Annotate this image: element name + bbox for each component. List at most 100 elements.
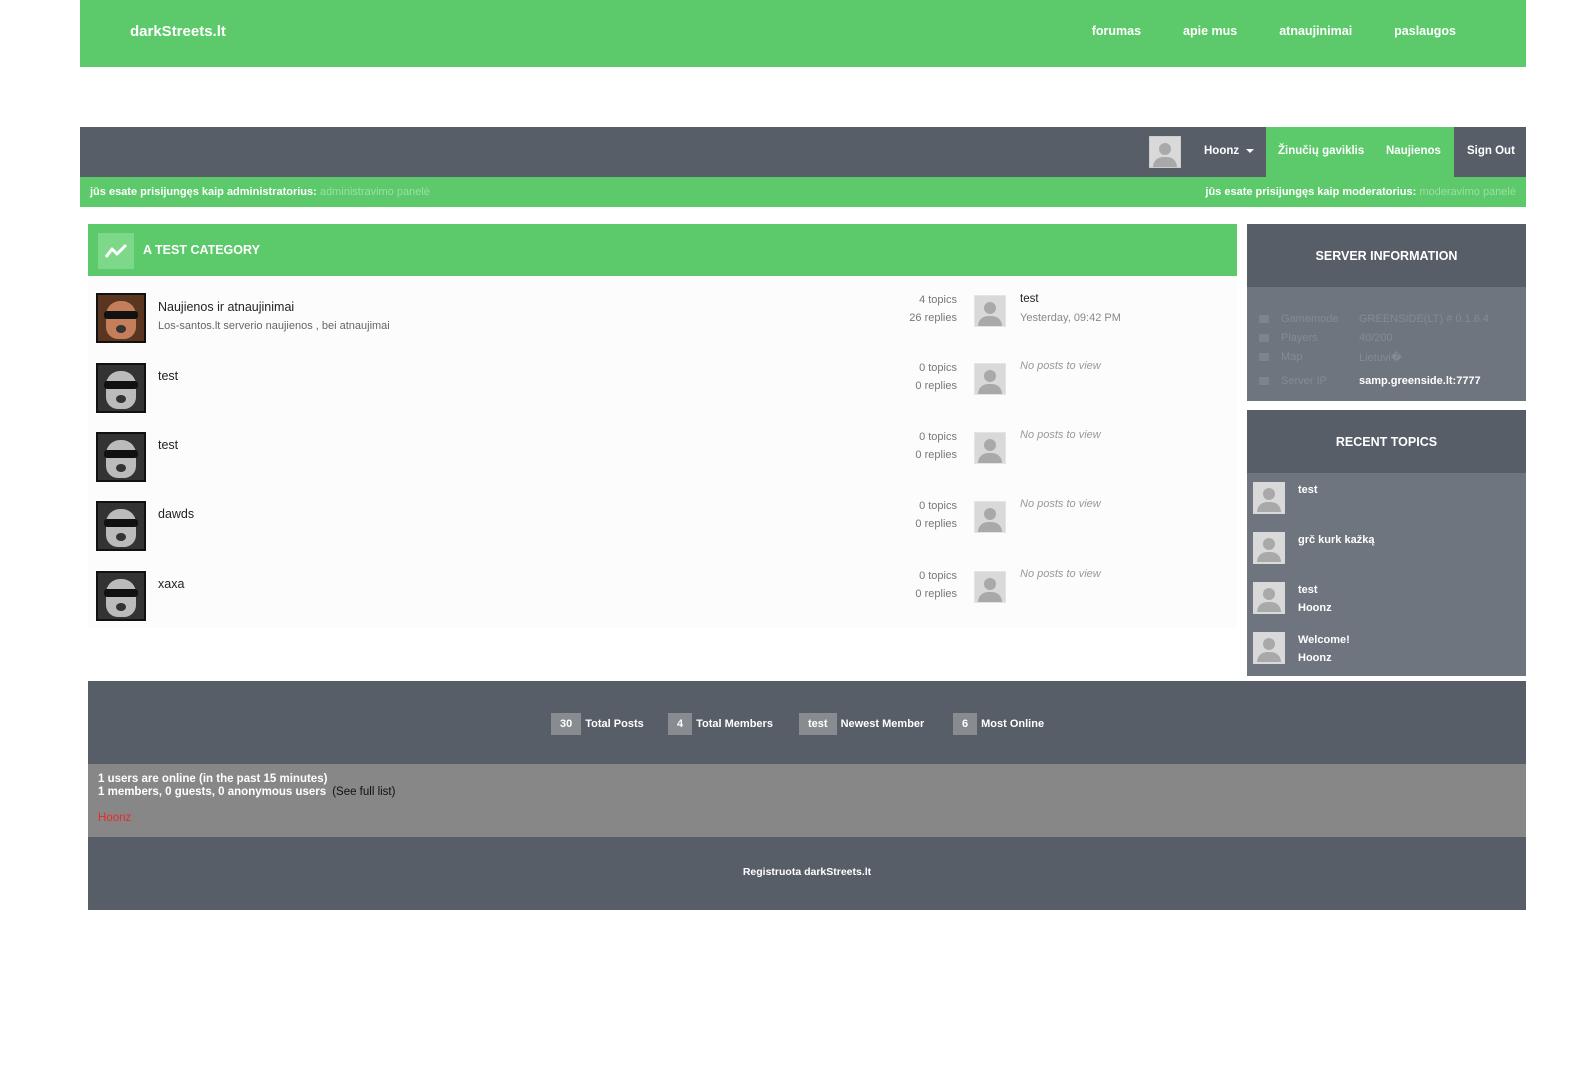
recent-topic-avatar (1253, 532, 1285, 564)
forum-title[interactable]: test (158, 369, 178, 383)
nav-link-atnaujinimai[interactable]: atnaujinimai (1279, 24, 1352, 38)
stat-number: 4 (668, 713, 693, 735)
recent-topic-item[interactable]: Welcome! Hoonz (1253, 632, 1523, 668)
recent-topic-title[interactable]: Welcome! (1298, 634, 1350, 646)
online-users-panel: 1 users are online (in the past 15 minut… (88, 764, 1526, 837)
admin-text: jūs esate prisijungęs kaip administrator… (90, 186, 317, 198)
messages-button[interactable]: Žinučių gaviklis (1278, 145, 1364, 157)
users-icon (1259, 334, 1269, 343)
category-title[interactable]: A TEST CATEGORY (143, 243, 260, 257)
stat-label: Most Online (981, 718, 1045, 730)
server-label: Gamemode (1281, 313, 1339, 325)
nav-link-forumas[interactable]: forumas (1092, 24, 1141, 38)
user-avatar[interactable] (1149, 136, 1181, 168)
forum-title[interactable]: Naujienos ir atnaujinimai (158, 300, 294, 314)
forum-list: Naujienos ir atnaujinimai Los-santos.lt … (88, 276, 1237, 628)
recent-topics-panel: test grč kurk kažką test Hoonz Welcome! … (1247, 473, 1526, 676)
category-header: A TEST CATEGORY (88, 224, 1237, 276)
no-posts-label: No posts to view (1020, 360, 1101, 372)
sign-out-button[interactable]: Sign Out (1467, 145, 1515, 157)
last-poster-avatar (974, 501, 1006, 533)
recent-topic-item[interactable]: grč kurk kažką (1253, 532, 1523, 568)
last-post-title[interactable]: test (1020, 293, 1039, 305)
recent-topic-avatar (1253, 582, 1285, 614)
no-posts-label: No posts to view (1020, 429, 1101, 441)
see-full-list-link[interactable]: (See full list) (332, 786, 395, 798)
news-button[interactable]: Naujienos (1386, 145, 1441, 157)
replies-count: 0 replies (915, 518, 957, 530)
newest-member-link[interactable]: test (799, 713, 837, 735)
server-info-panel: Gamemode GREENSIDE(LT) # 0.1.6.4 Players… (1247, 287, 1526, 401)
recent-topic-user[interactable]: Hoonz (1298, 652, 1332, 664)
last-poster-avatar (974, 432, 1006, 464)
forum-avatar (96, 432, 146, 482)
recent-topic-title[interactable]: test (1298, 584, 1318, 596)
recent-topic-item[interactable]: test (1253, 482, 1523, 518)
stat-total-posts: 30 Total Posts (551, 713, 644, 735)
top-navbar: darkStreets.lt forumas apie mus atnaujin… (80, 0, 1526, 67)
recent-topic-item[interactable]: test Hoonz (1253, 582, 1523, 618)
footer-text: Registruota darkStreets.lt (742, 866, 872, 878)
forum-avatar (96, 363, 146, 413)
nav-link-paslaugos[interactable]: paslaugos (1394, 24, 1456, 38)
forum-row: xaxa 0 topics 0 replies No posts to view (88, 561, 1237, 631)
forum-title[interactable]: test (158, 438, 178, 452)
topics-count: 0 topics (919, 362, 957, 374)
last-poster-avatar[interactable] (974, 295, 1006, 327)
server-value: 40/200 (1359, 332, 1393, 344)
stat-number: 6 (953, 713, 978, 735)
forum-title[interactable]: dawds (158, 507, 194, 521)
top-nav-links: forumas apie mus atnaujinimai paslaugos (1050, 24, 1456, 38)
admin-panel-link[interactable]: administravimo panelė (320, 186, 430, 198)
moderator-notice: jūs esate prisijungęs kaip moderatorius:… (1205, 186, 1516, 198)
recent-topic-user[interactable]: Hoonz (1298, 602, 1332, 614)
forum-row: test 0 topics 0 replies No posts to view (88, 422, 1237, 492)
forum-avatar (96, 293, 146, 343)
server-value: GREENSIDE(LT) # 0.1.6.4 (1359, 313, 1490, 325)
server-label: Server IP (1281, 375, 1327, 387)
forum-stats-bar: 30 Total Posts 4 Total Members test Newest … (88, 681, 1526, 764)
recent-topic-avatar (1253, 482, 1285, 514)
brand-logo[interactable]: darkStreets.lt (130, 23, 226, 40)
forum-stats: 0 topics 0 replies (915, 428, 957, 464)
topics-count: 4 topics (919, 294, 957, 306)
online-user-link[interactable]: Hoonz (98, 812, 131, 824)
replies-count: 0 replies (915, 588, 957, 600)
activity-icon (98, 233, 134, 269)
stat-most-online: 6 Most Online (953, 713, 1044, 735)
moderator-panel-link[interactable]: moderavimo panelė (1419, 186, 1516, 198)
server-row-gamemode: Gamemode GREENSIDE(LT) # 0.1.6.4 (1259, 313, 1489, 325)
no-posts-label: No posts to view (1020, 568, 1101, 580)
forum-title[interactable]: xaxa (158, 577, 184, 591)
replies-count: 0 replies (915, 380, 957, 392)
forum-row: test 0 topics 0 replies No posts to view (88, 353, 1237, 423)
forum-row: Naujienos ir atnaujinimai Los-santos.lt … (88, 283, 1237, 353)
stat-total-members: 4 Total Members (668, 713, 773, 735)
user-menu-button[interactable]: Hoonz (1204, 145, 1255, 157)
admin-notice: jūs esate prisijungęs kaip administrator… (90, 186, 430, 198)
chevron-down-icon (1246, 148, 1255, 153)
online-breakdown: 1 members, 0 guests, 0 anonymous users (S… (98, 786, 395, 798)
forum-stats: 4 topics 26 replies (909, 291, 957, 327)
tag-icon (1259, 377, 1269, 386)
user-bar-green-section: Žinučių gaviklis Naujienos (1266, 127, 1454, 177)
recent-topic-avatar (1253, 632, 1285, 664)
server-label: Map (1281, 351, 1303, 363)
forum-description: Los-santos.lt serverio naujienos , bei a… (158, 320, 390, 332)
nav-link-apie-mus[interactable]: apie mus (1183, 24, 1237, 38)
forum-avatar (96, 501, 146, 551)
server-ip-value[interactable]: samp.greenside.lt:7777 (1359, 375, 1481, 387)
mod-text: jūs esate prisijungęs kaip moderatorius: (1205, 186, 1417, 198)
stat-number: 30 (551, 713, 582, 735)
forum-stats: 0 topics 0 replies (915, 567, 957, 603)
server-row-players: Players 40/200 (1259, 332, 1393, 344)
recent-topics-header: RECENT TOPICS (1247, 410, 1526, 473)
online-summary: 1 users are online (in the past 15 minut… (98, 773, 328, 785)
recent-topic-title[interactable]: grč kurk kažką (1298, 534, 1374, 546)
server-row-map: Map Lietuvi� (1259, 351, 1402, 364)
forum-avatar (96, 571, 146, 621)
server-row-ip: Server IP samp.greenside.lt:7777 (1259, 375, 1481, 387)
replies-count: 26 replies (909, 312, 957, 324)
forum-row: dawds 0 topics 0 replies No posts to vie… (88, 491, 1237, 561)
recent-topic-title[interactable]: test (1298, 484, 1318, 496)
